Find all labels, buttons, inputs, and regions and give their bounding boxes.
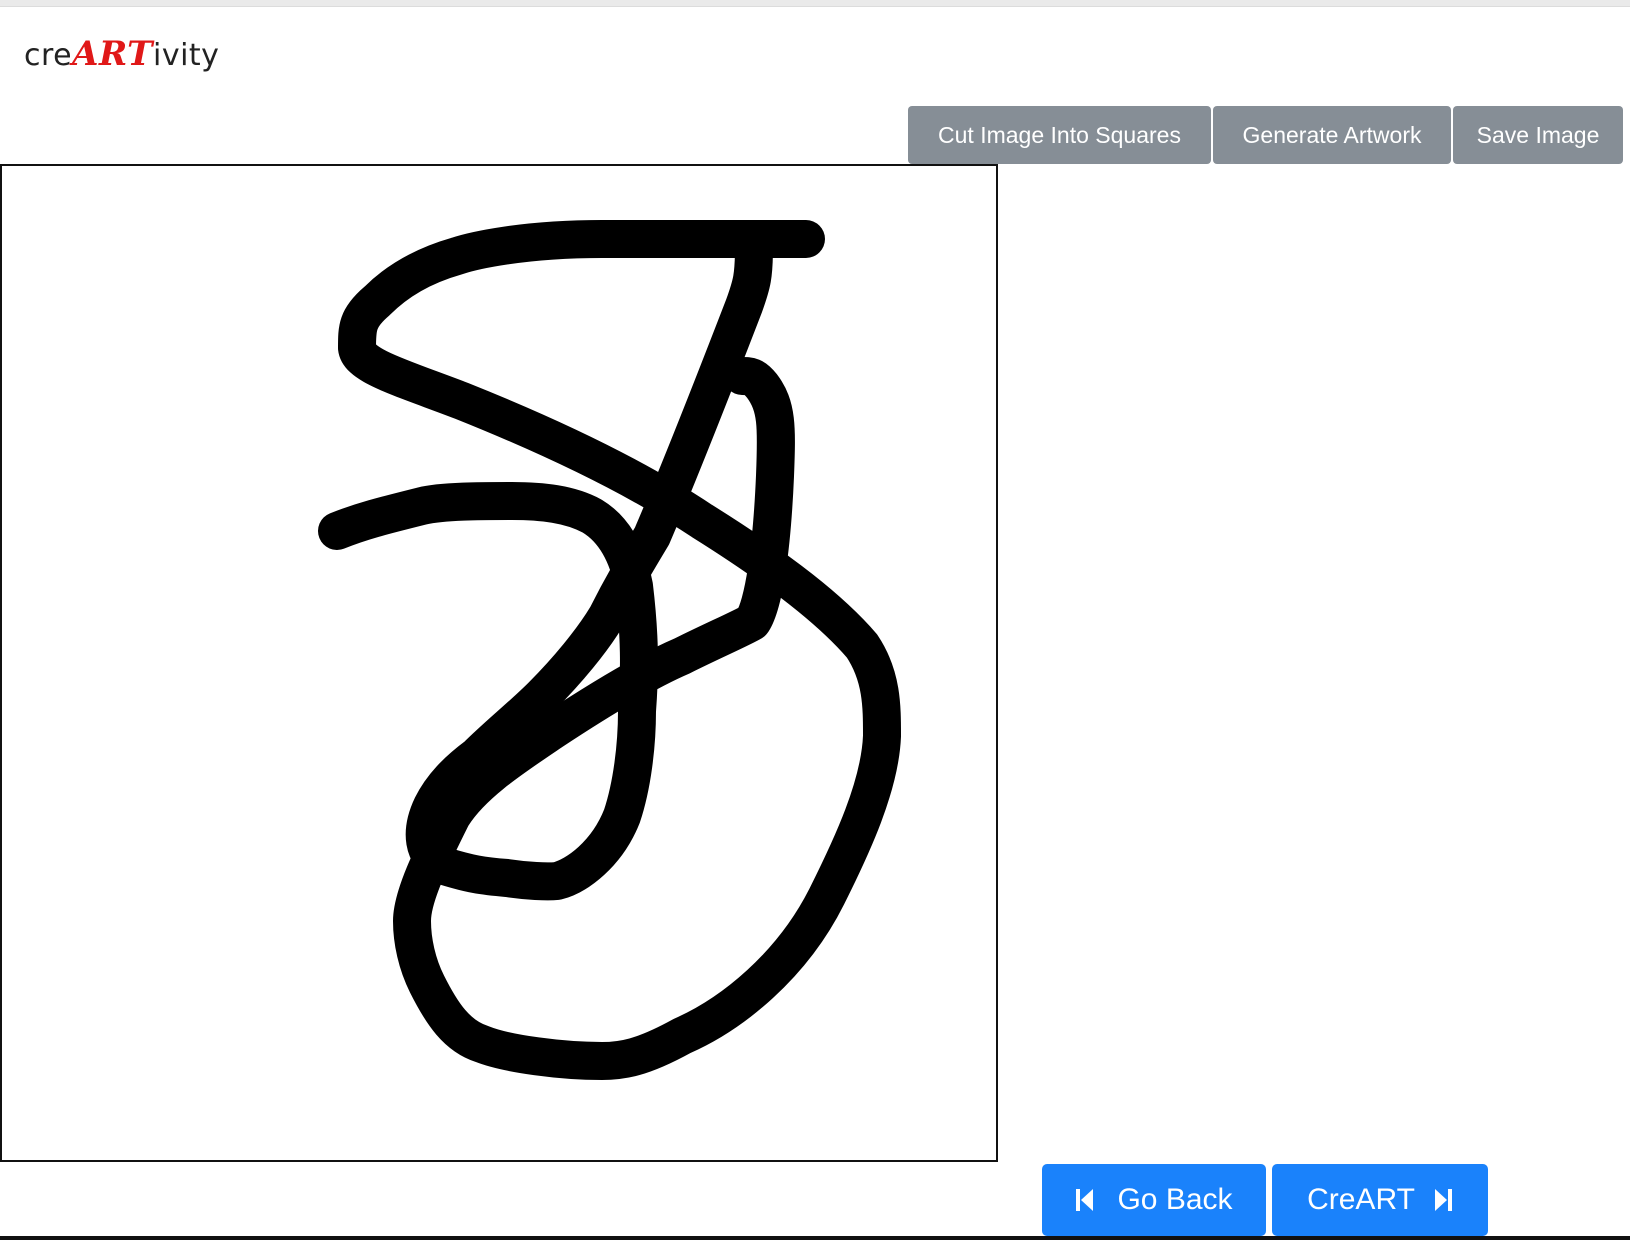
brand-logo[interactable]: creARTivity [24, 34, 219, 74]
cut-image-button[interactable]: Cut Image Into Squares [908, 106, 1211, 164]
skip-forward-icon [1433, 1187, 1453, 1213]
freehand-sketch [318, 220, 901, 1080]
creart-label: CreART [1307, 1183, 1415, 1216]
drawing-surface[interactable] [2, 166, 996, 1160]
sketch-stroke-top-loop [338, 220, 901, 1080]
brand-prefix: cre [24, 38, 73, 73]
bottom-divider [0, 1236, 1630, 1240]
brand-accent: ART [72, 34, 153, 74]
skip-back-icon [1075, 1187, 1095, 1213]
creart-button[interactable]: CreART [1272, 1164, 1488, 1236]
drawing-canvas[interactable] [0, 164, 998, 1162]
go-back-button[interactable]: Go Back [1042, 1164, 1266, 1236]
canvas-toolbar: Cut Image Into Squares Generate Artwork … [908, 106, 1625, 164]
browser-top-strip [0, 0, 1630, 7]
save-image-button[interactable]: Save Image [1453, 106, 1623, 164]
brand-suffix: ivity [152, 38, 220, 73]
sketch-stroke-diagonal [318, 227, 773, 901]
go-back-label: Go Back [1117, 1183, 1233, 1216]
generate-artwork-button[interactable]: Generate Artwork [1213, 106, 1451, 164]
